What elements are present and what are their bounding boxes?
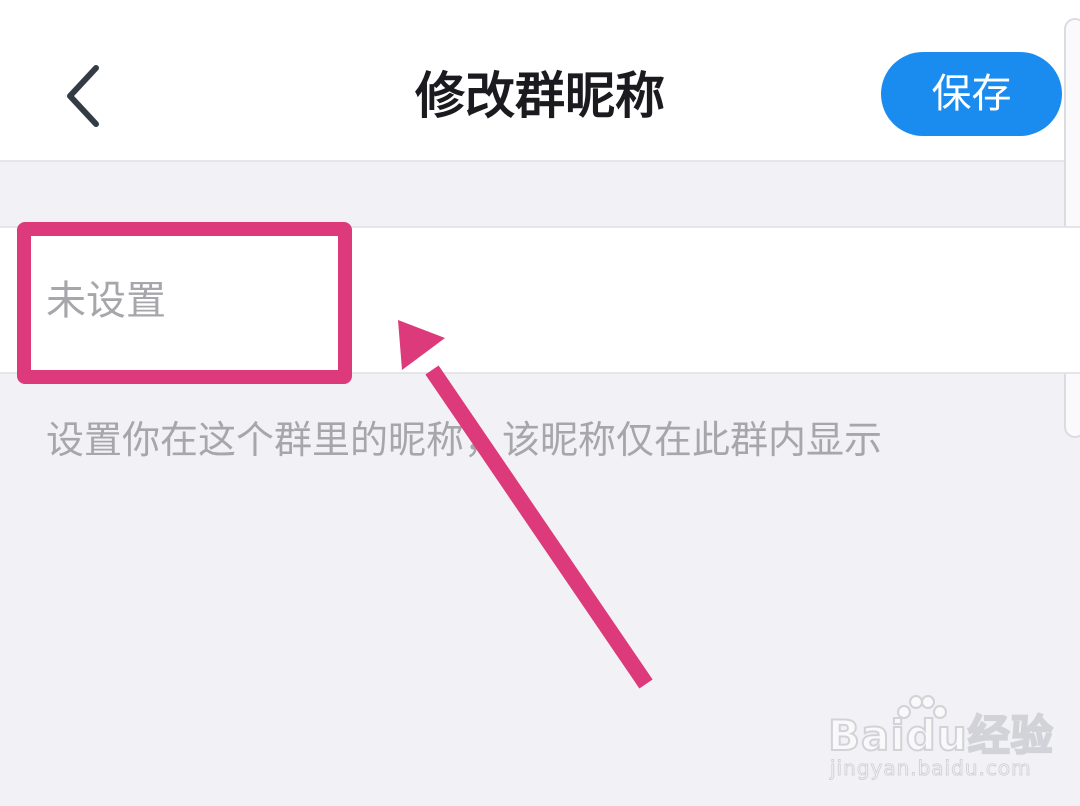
- baidu-watermark: Baidu经验 jingyan.baidu.com: [827, 690, 1068, 790]
- watermark-brand: Baidu经验: [827, 710, 1054, 761]
- top-bar: 修改群昵称 保存: [0, 0, 1080, 162]
- nickname-input[interactable]: [46, 258, 1026, 344]
- watermark-url: jingyan.baidu.com: [830, 756, 1032, 781]
- nickname-field-row: [0, 226, 1080, 374]
- save-button[interactable]: 保存: [881, 52, 1062, 136]
- hint-text: 设置你在这个群里的昵称，该昵称仅在此群内显示: [46, 418, 883, 462]
